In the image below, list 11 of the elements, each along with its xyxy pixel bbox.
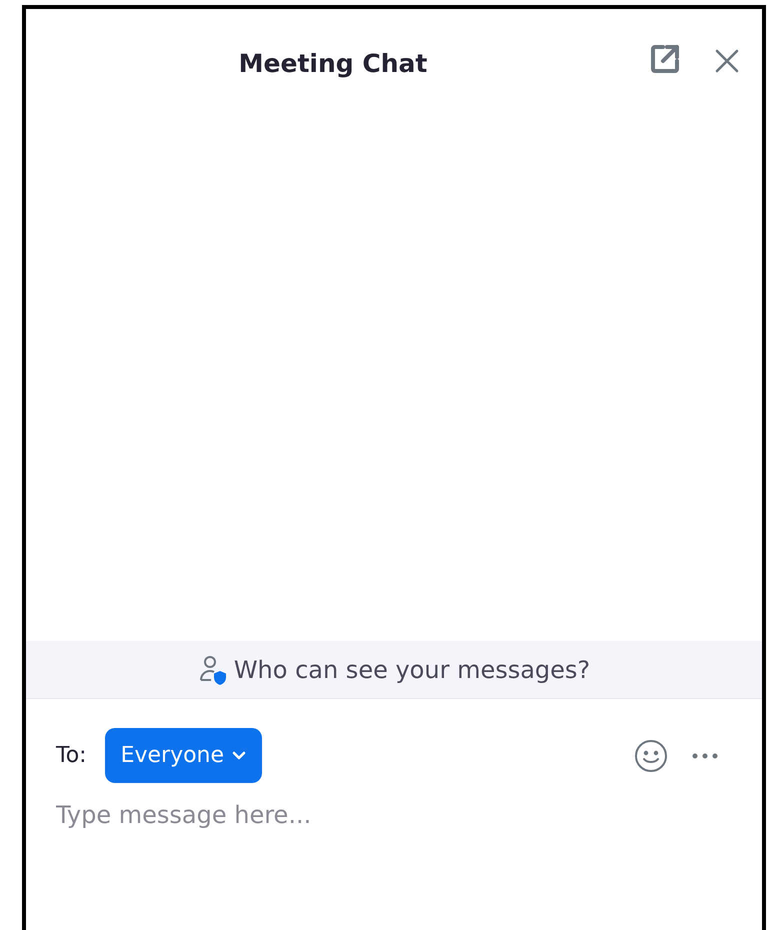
emoji-icon[interactable] [634, 738, 668, 772]
pop-out-icon[interactable] [649, 43, 681, 75]
close-icon[interactable] [715, 49, 739, 73]
panel-title: Meeting Chat [238, 48, 428, 80]
privacy-banner[interactable]: Who can see your messages? [26, 641, 762, 699]
chevron-down-icon [232, 750, 246, 760]
privacy-banner-text: Who can see your messages? [234, 654, 590, 686]
message-input[interactable]: Type message here... [56, 795, 732, 835]
more-options-icon[interactable] [692, 752, 718, 758]
recipient-dropdown[interactable]: Everyone [104, 728, 262, 783]
recipient-label: To: [56, 742, 87, 770]
